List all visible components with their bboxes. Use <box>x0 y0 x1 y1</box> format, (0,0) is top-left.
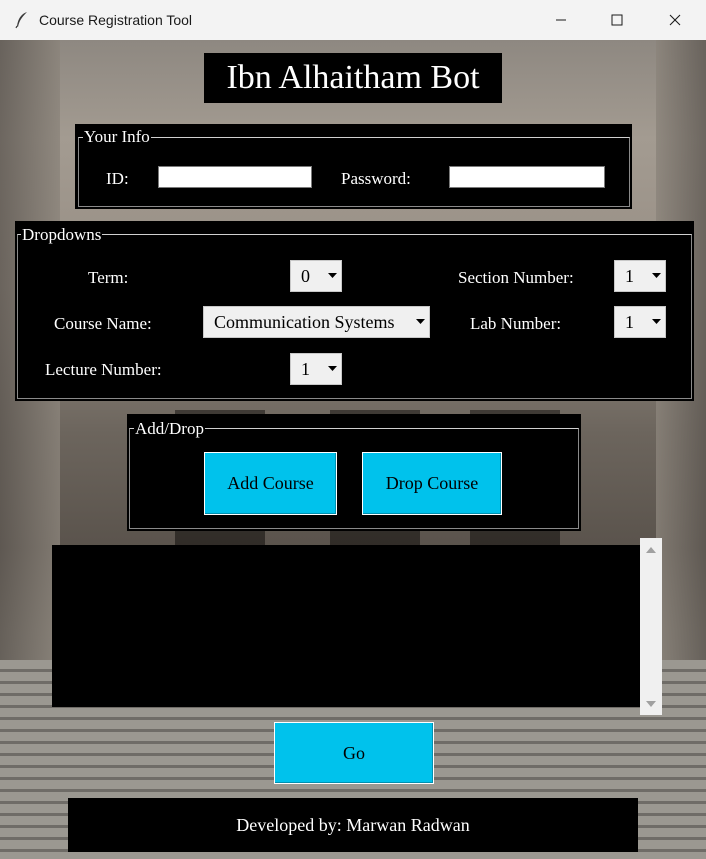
chevron-down-icon <box>323 366 341 372</box>
section-number-dropdown[interactable]: 1 <box>614 260 666 292</box>
dropdowns-legend: Dropdowns <box>21 225 103 244</box>
close-icon <box>669 14 681 26</box>
maximize-button[interactable] <box>588 0 646 40</box>
lab-number-dropdown[interactable]: 1 <box>614 306 666 338</box>
add-course-button[interactable]: Add Course <box>204 452 337 515</box>
app-window: Course Registration Tool Ibn Alhaitham B… <box>0 0 706 859</box>
drop-course-button[interactable]: Drop Course <box>362 452 502 515</box>
section-number-value: 1 <box>625 265 634 286</box>
section-number-label: Section Number: <box>458 268 574 287</box>
lecture-number-label: Lecture Number: <box>45 360 162 379</box>
scroll-down-icon[interactable] <box>640 695 662 713</box>
lecture-number-value: 1 <box>301 358 310 379</box>
footer-credit: Developed by: Marwan Radwan <box>68 798 638 852</box>
course-name-value: Communication Systems <box>214 311 395 332</box>
course-name-dropdown[interactable]: Communication Systems <box>203 306 430 338</box>
term-label: Term: <box>88 268 129 287</box>
lecture-number-dropdown[interactable]: 1 <box>290 353 342 385</box>
output-scrollbar[interactable] <box>640 538 662 715</box>
id-field[interactable] <box>158 166 312 188</box>
course-name-label: Course Name: <box>54 314 152 333</box>
close-button[interactable] <box>646 0 704 40</box>
scroll-up-icon[interactable] <box>640 540 662 558</box>
lab-number-label: Lab Number: <box>470 314 562 333</box>
app-title: Ibn Alhaitham Bot <box>204 53 502 103</box>
maximize-icon <box>611 14 623 26</box>
term-value: 0 <box>301 265 310 286</box>
password-label: Password: <box>341 169 411 188</box>
chevron-down-icon <box>411 319 429 325</box>
output-textbox[interactable] <box>52 545 640 707</box>
chevron-down-icon <box>647 273 665 279</box>
dropdowns-frame: Dropdowns Term: 0 Section Number: 1 Cour… <box>15 221 694 401</box>
lab-number-value: 1 <box>625 311 634 332</box>
window-title: Course Registration Tool <box>39 12 193 28</box>
minimize-icon <box>556 19 566 21</box>
id-label: ID: <box>106 169 129 188</box>
add-drop-legend: Add/Drop <box>134 419 205 438</box>
password-field[interactable] <box>449 166 605 188</box>
chevron-down-icon <box>323 273 341 279</box>
your-info-legend: Your Info <box>83 127 151 146</box>
chevron-down-icon <box>647 319 665 325</box>
minimize-button[interactable] <box>532 0 590 40</box>
your-info-frame: Your Info ID: Password: <box>75 124 632 209</box>
add-drop-frame: Add/Drop Add Course Drop Course <box>127 414 581 531</box>
feather-icon <box>15 12 27 29</box>
go-button[interactable]: Go <box>274 722 434 784</box>
title-bar[interactable]: Course Registration Tool <box>0 0 706 40</box>
term-dropdown[interactable]: 0 <box>290 260 342 292</box>
